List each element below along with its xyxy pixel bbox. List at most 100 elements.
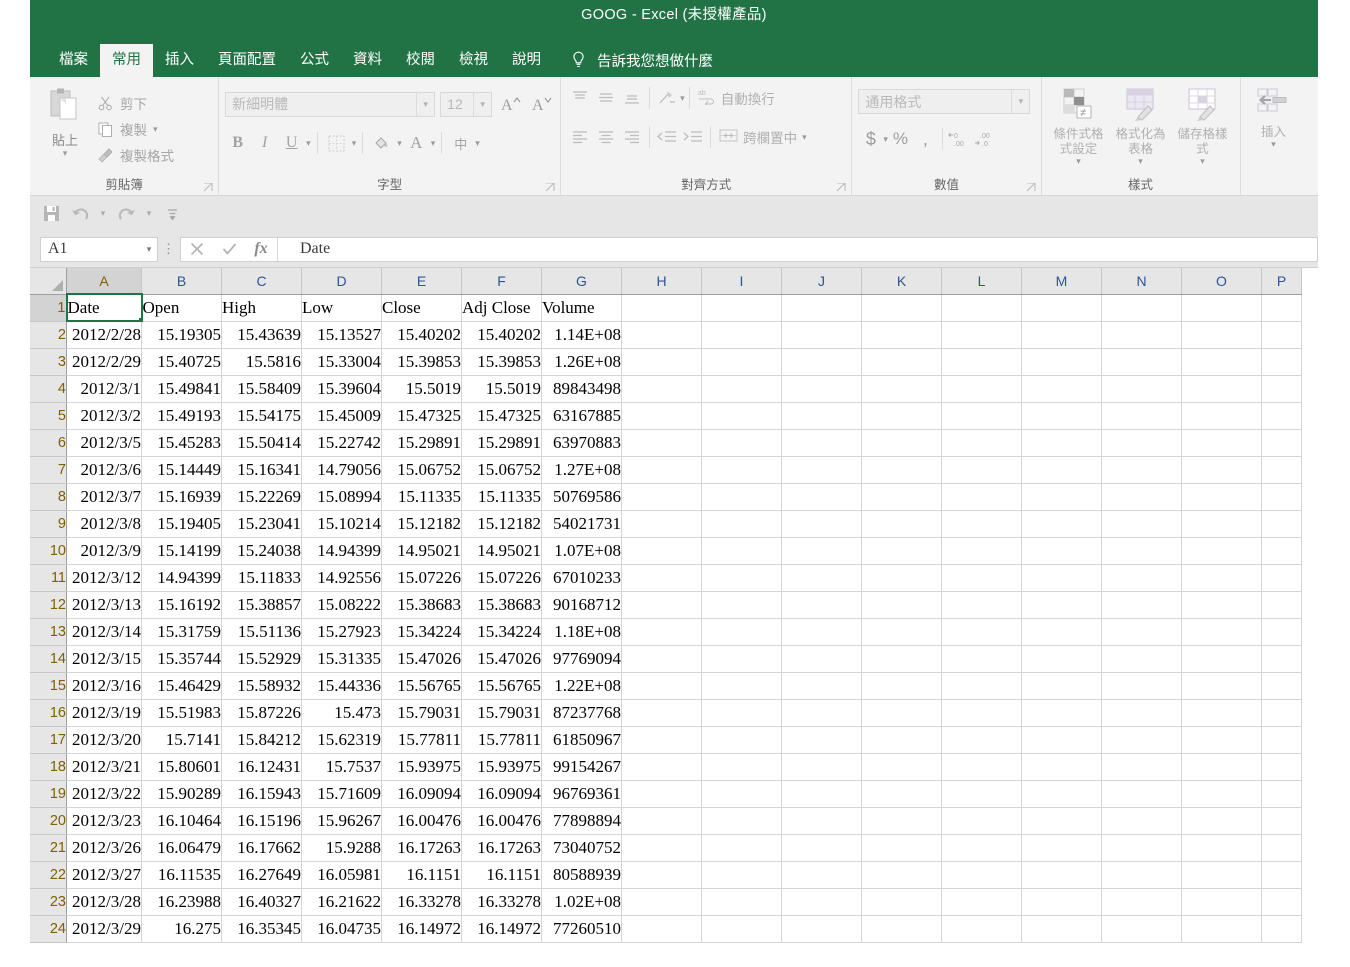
cell-D3[interactable]: 15.33004	[301, 348, 382, 376]
cell-J14[interactable]	[781, 645, 862, 673]
cell-L23[interactable]	[941, 888, 1022, 916]
cell-J8[interactable]	[781, 483, 862, 511]
cell-P3[interactable]	[1261, 348, 1302, 376]
cell-P23[interactable]	[1261, 888, 1302, 916]
redo-icon[interactable]	[113, 201, 139, 227]
cell-L17[interactable]	[941, 726, 1022, 754]
cell-H12[interactable]	[621, 591, 702, 619]
phonetic-guide-button[interactable]: 中	[448, 130, 473, 156]
cell-E11[interactable]: 15.07226	[381, 564, 462, 592]
cell-F24[interactable]: 16.14972	[461, 915, 542, 943]
column-header-b[interactable]: B	[141, 268, 222, 295]
cell-A23[interactable]: 2012/3/28	[66, 888, 142, 916]
cell-N16[interactable]	[1101, 699, 1182, 727]
undo-dropdown-icon[interactable]: ▾	[96, 201, 110, 227]
row-header-5[interactable]: 5	[30, 402, 67, 430]
cell-C18[interactable]: 16.12431	[221, 753, 302, 781]
italic-button[interactable]: I	[252, 130, 277, 156]
cell-K15[interactable]	[861, 672, 942, 700]
column-header-e[interactable]: E	[381, 268, 462, 295]
cell-G8[interactable]: 50769586	[541, 483, 622, 511]
cell-O22[interactable]	[1181, 861, 1262, 889]
cell-E4[interactable]: 15.5019	[381, 375, 462, 403]
cell-G10[interactable]: 1.07E+08	[541, 537, 622, 565]
row-header-8[interactable]: 8	[30, 483, 67, 511]
cell-N19[interactable]	[1101, 780, 1182, 808]
cell-C10[interactable]: 15.24038	[221, 537, 302, 565]
cell-K11[interactable]	[861, 564, 942, 592]
cell-J23[interactable]	[781, 888, 862, 916]
tab-home[interactable]: 常用	[100, 44, 153, 77]
cell-A7[interactable]: 2012/3/6	[66, 456, 142, 484]
cell-G12[interactable]: 90168712	[541, 591, 622, 619]
cell-C23[interactable]: 16.40327	[221, 888, 302, 916]
cell-M11[interactable]	[1021, 564, 1102, 592]
cell-K20[interactable]	[861, 807, 942, 835]
cell-O1[interactable]	[1181, 294, 1262, 322]
cell-A6[interactable]: 2012/3/5	[66, 429, 142, 457]
decrease-indent-button[interactable]	[654, 124, 680, 150]
row-header-22[interactable]: 22	[30, 861, 67, 889]
cell-I20[interactable]	[701, 807, 782, 835]
cell-I16[interactable]	[701, 699, 782, 727]
cell-O17[interactable]	[1181, 726, 1262, 754]
cell-G21[interactable]: 73040752	[541, 834, 622, 862]
cell-N10[interactable]	[1101, 537, 1182, 565]
cell-I6[interactable]	[701, 429, 782, 457]
cell-I19[interactable]	[701, 780, 782, 808]
insert-cells-button[interactable]: 插入 ▾	[1247, 87, 1301, 175]
cell-H14[interactable]	[621, 645, 702, 673]
cell-P24[interactable]	[1261, 915, 1302, 943]
cell-F9[interactable]: 15.12182	[461, 510, 542, 538]
cell-E5[interactable]: 15.47325	[381, 402, 462, 430]
column-header-j[interactable]: J	[781, 268, 862, 295]
column-header-h[interactable]: H	[621, 268, 702, 295]
cell-F10[interactable]: 14.95021	[461, 537, 542, 565]
cell-N6[interactable]	[1101, 429, 1182, 457]
cell-H11[interactable]	[621, 564, 702, 592]
cell-C24[interactable]: 16.35345	[221, 915, 302, 943]
wrap-text-button[interactable]: ab 自動換行	[694, 85, 779, 111]
cell-B13[interactable]: 15.31759	[141, 618, 222, 646]
cell-B3[interactable]: 15.40725	[141, 348, 222, 376]
cell-E21[interactable]: 16.17263	[381, 834, 462, 862]
cell-H15[interactable]	[621, 672, 702, 700]
cell-J9[interactable]	[781, 510, 862, 538]
cell-B9[interactable]: 15.19405	[141, 510, 222, 538]
cell-O11[interactable]	[1181, 564, 1262, 592]
cell-K21[interactable]	[861, 834, 942, 862]
cell-D16[interactable]: 15.473	[301, 699, 382, 727]
copy-dropdown-icon[interactable]: ▾	[153, 125, 158, 134]
cell-H16[interactable]	[621, 699, 702, 727]
align-middle-button[interactable]	[593, 85, 619, 111]
cell-K19[interactable]	[861, 780, 942, 808]
cell-J1[interactable]	[781, 294, 862, 322]
cell-O19[interactable]	[1181, 780, 1262, 808]
format-as-table-button[interactable]: 格式化為表格 ▾	[1110, 87, 1172, 175]
format-painter-button[interactable]: 複製格式	[94, 144, 177, 166]
cell-G20[interactable]: 77898894	[541, 807, 622, 835]
cell-H19[interactable]	[621, 780, 702, 808]
cell-P6[interactable]	[1261, 429, 1302, 457]
chevron-down-icon[interactable]: ▾	[141, 244, 157, 255]
cell-P2[interactable]	[1261, 321, 1302, 349]
cell-B11[interactable]: 14.94399	[141, 564, 222, 592]
cell-L9[interactable]	[941, 510, 1022, 538]
increase-font-size-button[interactable]: A	[497, 91, 523, 117]
redo-dropdown-icon[interactable]: ▾	[142, 201, 156, 227]
cell-J24[interactable]	[781, 915, 862, 943]
cell-K13[interactable]	[861, 618, 942, 646]
cell-M5[interactable]	[1021, 402, 1102, 430]
cell-P4[interactable]	[1261, 375, 1302, 403]
cell-G15[interactable]: 1.22E+08	[541, 672, 622, 700]
cell-H5[interactable]	[621, 402, 702, 430]
cell-A15[interactable]: 2012/3/16	[66, 672, 142, 700]
cell-H7[interactable]	[621, 456, 702, 484]
cell-E17[interactable]: 15.77811	[381, 726, 462, 754]
cell-J2[interactable]	[781, 321, 862, 349]
cell-I15[interactable]	[701, 672, 782, 700]
cell-A10[interactable]: 2012/3/9	[66, 537, 142, 565]
font-color-dropdown-icon[interactable]: ▾	[431, 139, 436, 148]
conditional-formatting-dropdown-icon[interactable]: ▾	[1076, 157, 1081, 166]
cell-K12[interactable]	[861, 591, 942, 619]
